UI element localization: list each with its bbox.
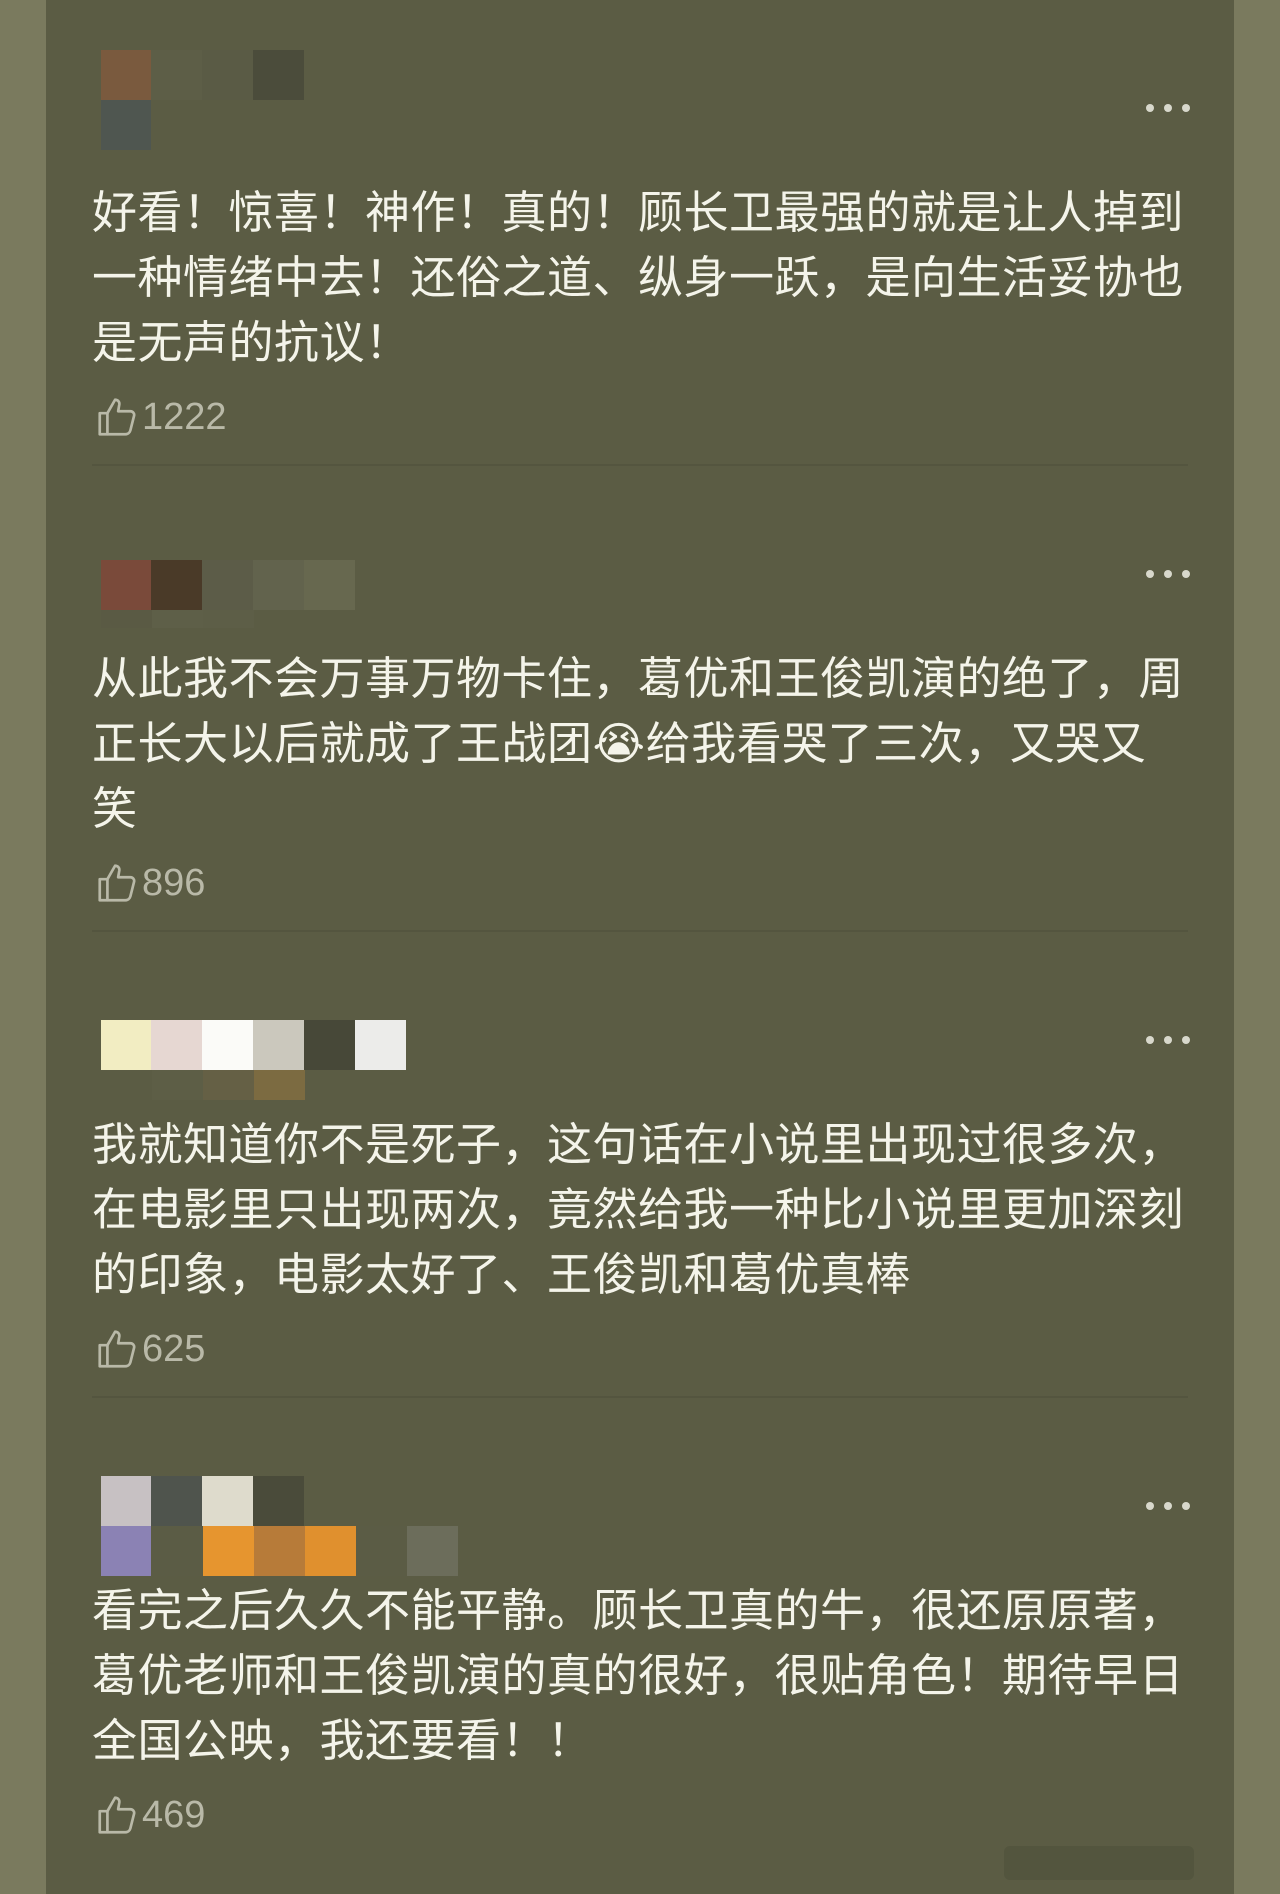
like-button[interactable]: 625: [94, 1324, 205, 1374]
thumbs-up-icon: [98, 1796, 136, 1834]
more-options-button[interactable]: [1146, 1030, 1190, 1050]
more-options-button[interactable]: [1146, 98, 1190, 118]
meta-redacted: [152, 1526, 458, 1576]
username-redacted: [151, 50, 304, 100]
more-options-button[interactable]: [1146, 564, 1190, 584]
comment-item: 从此我不会万事万物卡住，葛优和王俊凯演的绝了，周正长大以后就成了王战团😭给我看哭…: [46, 466, 1234, 932]
like-count: 1222: [142, 395, 227, 438]
thumbs-up-icon: [98, 864, 136, 902]
like-count: 469: [142, 1793, 206, 1836]
like-button[interactable]: 469: [94, 1790, 205, 1840]
comment-item: 看完之后久久不能平静。顾长卫真的牛，很还原原著，葛优老师和王俊凯演的真的很好，很…: [46, 1398, 1234, 1894]
comment-text: 好看！惊喜！神作！真的！顾长卫最强的就是让人掉到一种情绪中去！还俗之道、纵身一跃…: [92, 186, 1185, 369]
like-count: 896: [142, 861, 206, 904]
comment-text: 从此我不会万事万物卡住，葛优和王俊凯演的绝了，周正长大以后就成了王战团😭给我看哭…: [92, 652, 1185, 835]
comment-item: 我就知道你不是死子，这句话在小说里出现过很多次，在电影里只出现两次，竟然给我一种…: [46, 932, 1234, 1398]
watermark: [1004, 1846, 1194, 1880]
comment-list: 好看！惊喜！神作！真的！顾长卫最强的就是让人掉到一种情绪中去！还俗之道、纵身一跃…: [46, 0, 1234, 1894]
avatar[interactable]: [101, 560, 151, 610]
meta-redacted: [152, 1070, 305, 1100]
username-redacted: [151, 1476, 304, 1526]
username-redacted: [151, 1020, 406, 1070]
avatar[interactable]: [101, 1476, 151, 1576]
thumbs-up-icon: [98, 398, 136, 436]
comment-text: 我就知道你不是死子，这句话在小说里出现过很多次，在电影里只出现两次，竟然给我一种…: [92, 1118, 1185, 1301]
more-options-button[interactable]: [1146, 1496, 1190, 1516]
username-redacted: [151, 560, 355, 610]
like-count: 625: [142, 1327, 206, 1370]
avatar[interactable]: [101, 50, 151, 150]
avatar[interactable]: [101, 1020, 151, 1070]
like-button[interactable]: 896: [94, 858, 205, 908]
comment-text: 看完之后久久不能平静。顾长卫真的牛，很还原原著，葛优老师和王俊凯演的真的很好，很…: [92, 1584, 1185, 1767]
thumbs-up-icon: [98, 1330, 136, 1368]
comment-item: 好看！惊喜！神作！真的！顾长卫最强的就是让人掉到一种情绪中去！还俗之道、纵身一跃…: [46, 0, 1234, 466]
meta-redacted: [101, 610, 254, 628]
like-button[interactable]: 1222: [94, 392, 227, 442]
